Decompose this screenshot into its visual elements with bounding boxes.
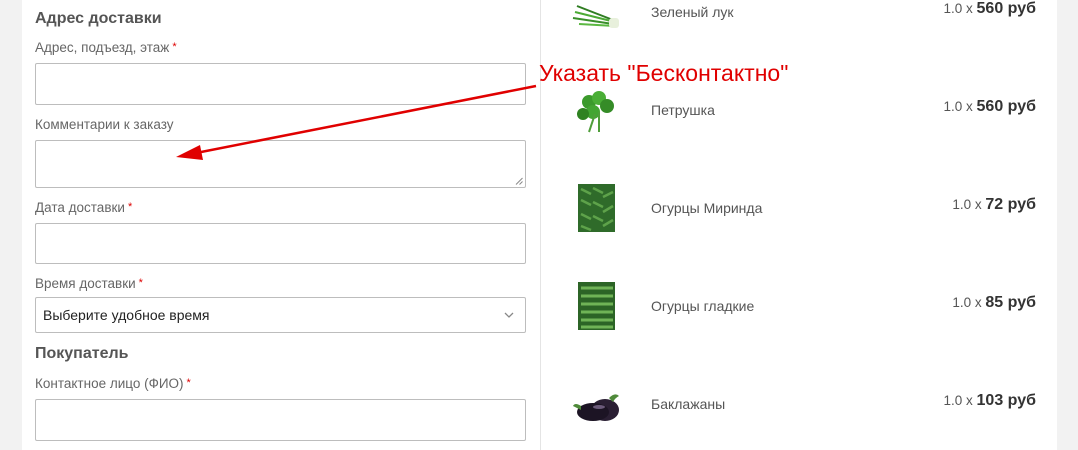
item-price: 1.0 x 560 руб <box>943 0 1036 17</box>
comment-textarea[interactable] <box>35 140 526 188</box>
address-label: Адрес, подъезд, этаж * <box>35 40 177 55</box>
time-label: Время доставки * <box>35 276 143 291</box>
contact-label: Контактное лицо (ФИО) * <box>35 376 191 391</box>
eggplant-icon <box>573 394 619 421</box>
annotation-label: Указать "Бесконтактно" <box>539 60 789 86</box>
required-mark: * <box>138 277 143 289</box>
comment-label: Комментарии к заказу <box>35 117 174 132</box>
time-select-value: Выберите удобное время <box>43 307 210 323</box>
parsley-icon <box>577 91 614 133</box>
required-mark: * <box>172 41 177 53</box>
item-name: Зеленый лук <box>651 4 734 20</box>
address-input[interactable] <box>35 63 526 105</box>
item-price: 1.0 x 85 руб <box>952 294 1036 311</box>
delivery-section-title: Адрес доставки <box>35 10 162 27</box>
chevron-down-icon <box>504 312 514 318</box>
time-select[interactable]: Выберите удобное время <box>35 297 526 333</box>
required-mark: * <box>186 377 191 389</box>
resize-grip-icon[interactable] <box>515 177 523 185</box>
item-name: Огурцы Миринда <box>651 200 763 216</box>
required-mark: * <box>127 201 133 213</box>
item-price: 1.0 x 72 руб <box>952 196 1036 213</box>
cart-item: Огурцы Миринда 1.0 x 72 руб <box>541 178 1057 238</box>
cucumber-box-icon <box>578 184 615 232</box>
item-name: Петрушка <box>651 102 715 118</box>
item-name: Баклажаны <box>651 396 726 412</box>
date-label: Дата доставки * <box>35 200 133 215</box>
cart-item: Зеленый лук 1.0 x 560 руб <box>541 0 1057 42</box>
contact-input[interactable] <box>35 399 526 441</box>
item-price: 1.0 x 103 руб <box>943 392 1036 409</box>
item-price: 1.0 x 560 руб <box>943 98 1036 115</box>
cart-item: Петрушка 1.0 x 560 руб <box>541 80 1057 140</box>
buyer-section-title: Покупатель <box>35 345 129 362</box>
date-input[interactable] <box>35 223 526 264</box>
cucumber-box-icon <box>578 282 615 330</box>
cart-item: Огурцы гладкие 1.0 x 85 руб <box>541 276 1057 336</box>
cart-item: Баклажаны 1.0 x 103 руб <box>541 374 1057 434</box>
green-onion-icon <box>572 5 619 28</box>
item-name: Огурцы гладкие <box>651 298 755 314</box>
